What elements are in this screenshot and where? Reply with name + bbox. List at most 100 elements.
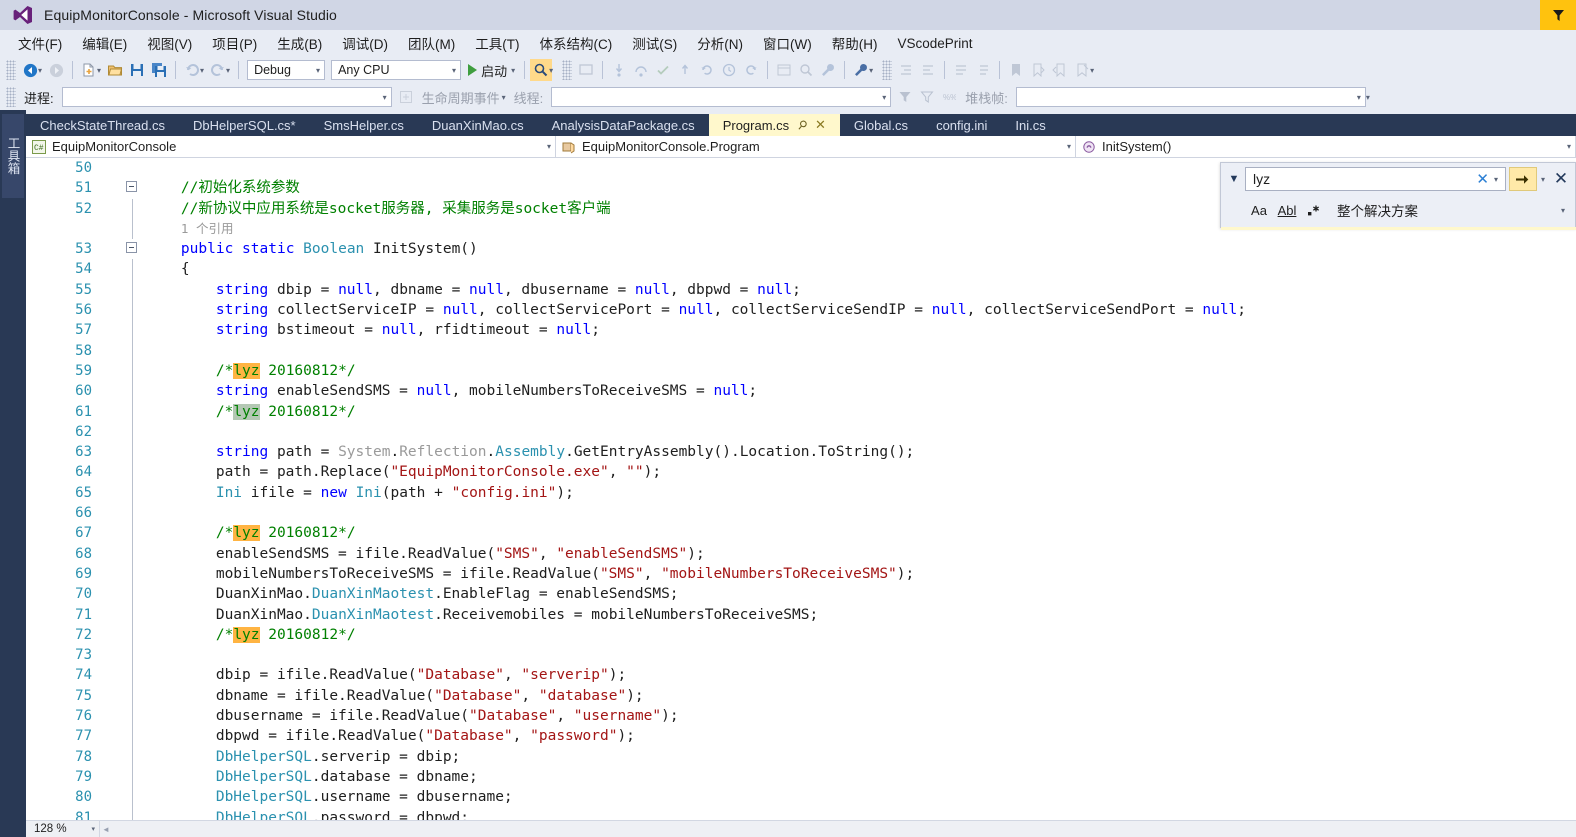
code-line[interactable]: 81 DbHelperSQL.password = dbpwd;: [26, 807, 1576, 820]
document-tab-2[interactable]: SmsHelper.cs: [310, 114, 418, 136]
navigate-forward-icon[interactable]: [45, 59, 67, 81]
toolbar-grip[interactable]: [562, 60, 573, 80]
menu-item-12[interactable]: 帮助(H): [822, 30, 888, 56]
code-line[interactable]: 60 string enableSendSMS = null, mobileNu…: [26, 381, 1576, 402]
clear-bookmarks-icon[interactable]: [1071, 59, 1093, 81]
code-line[interactable]: 54 {: [26, 259, 1576, 280]
check-icon[interactable]: [652, 59, 674, 81]
solution-config-combo[interactable]: Debug ▾: [247, 60, 326, 80]
step-out-icon[interactable]: [674, 59, 696, 81]
chevron-down-icon[interactable]: ▾: [502, 93, 506, 102]
code-line[interactable]: 57 string bstimeout = null, rfidtimeout …: [26, 320, 1576, 341]
refresh-icon[interactable]: [740, 59, 762, 81]
find-input[interactable]: lyz ✕ ▾: [1245, 167, 1506, 191]
find-history-chevron-down-icon[interactable]: ▾: [1493, 175, 1501, 184]
menu-item-0[interactable]: 文件(F): [8, 30, 72, 56]
collapse-region-icon[interactable]: [122, 239, 140, 259]
find-scope-label[interactable]: 整个解决方案: [1337, 200, 1418, 220]
menu-item-8[interactable]: 体系结构(C): [530, 30, 623, 56]
menu-item-2[interactable]: 视图(V): [137, 30, 202, 56]
navbar-type-combo[interactable]: EquipMonitorConsole.Program ▾: [556, 136, 1076, 157]
navbar-member-combo[interactable]: InitSystem() ▾: [1076, 136, 1576, 157]
expand-replace-chevron-down-icon[interactable]: ▼: [1223, 166, 1245, 192]
filter-clear-icon[interactable]: [916, 86, 938, 108]
open-file-icon[interactable]: [104, 59, 126, 81]
document-tab-8[interactable]: Ini.cs: [1001, 114, 1059, 136]
comment-icon[interactable]: [575, 59, 597, 81]
menu-item-11[interactable]: 窗口(W): [753, 30, 822, 56]
zoom-window-icon[interactable]: [795, 59, 817, 81]
restart-icon[interactable]: [696, 59, 718, 81]
filter-icon[interactable]: [894, 86, 916, 108]
menu-item-9[interactable]: 测试(S): [622, 30, 687, 56]
collapse-region-icon[interactable]: [122, 178, 140, 198]
pin-icon[interactable]: ⚲: [795, 117, 811, 133]
comment-block-icon[interactable]: [950, 59, 972, 81]
outdent-icon[interactable]: [917, 59, 939, 81]
step-into-icon[interactable]: [608, 59, 630, 81]
window-layout-icon[interactable]: [773, 59, 795, 81]
navigate-back-caret-icon[interactable]: ▾: [38, 66, 42, 75]
quick-find-caret-icon[interactable]: ▾: [549, 66, 553, 75]
toolbar-grip[interactable]: [882, 60, 893, 80]
find-next-chevron-down-icon[interactable]: ▾: [1537, 175, 1549, 184]
document-tab-7[interactable]: config.ini: [922, 114, 1001, 136]
menu-item-7[interactable]: 工具(T): [465, 30, 529, 56]
code-line[interactable]: 55 string dbip = null, dbname = null, db…: [26, 279, 1576, 301]
lifecycle-events-label[interactable]: 生命周期事件: [417, 88, 505, 107]
menu-item-3[interactable]: 项目(P): [202, 30, 267, 56]
document-tab-5[interactable]: Program.cs ⚲ ✕: [708, 114, 840, 136]
redo-icon[interactable]: [207, 59, 229, 81]
menu-item-4[interactable]: 生成(B): [267, 30, 332, 56]
document-tab-1[interactable]: DbHelperSQL.cs*: [179, 114, 310, 136]
solution-platform-combo[interactable]: Any CPU ▾: [331, 60, 462, 80]
code-line[interactable]: 64 path = path.Replace("EquipMonitorCons…: [26, 462, 1576, 483]
code-line[interactable]: 79 DbHelperSQL.database = dbname;: [26, 766, 1576, 788]
code-line[interactable]: 80 DbHelperSQL.username = dbusername;: [26, 787, 1576, 808]
horizontal-scroll-left-arrow[interactable]: ◄: [100, 821, 112, 837]
close-icon[interactable]: ✕: [815, 117, 826, 133]
code-line[interactable]: 78 DbHelperSQL.serverip = dbip;: [26, 746, 1576, 767]
match-whole-word-toggle[interactable]: Abl: [1273, 199, 1301, 221]
menu-item-13[interactable]: VScodePrint: [887, 33, 982, 54]
start-debug-button[interactable]: 启动 ▾: [464, 61, 519, 80]
step-over-icon[interactable]: [630, 59, 652, 81]
find-scope-chevron-down-icon[interactable]: ▾: [1561, 206, 1575, 215]
navbar-project-combo[interactable]: C# EquipMonitorConsole ▾: [26, 136, 556, 157]
toolbar-grip[interactable]: [6, 87, 16, 107]
tools-caret-icon[interactable]: ▾: [869, 66, 873, 75]
indent-icon[interactable]: [895, 59, 917, 81]
next-bookmark-icon[interactable]: [1049, 59, 1071, 81]
clock-icon[interactable]: [718, 59, 740, 81]
document-tab-0[interactable]: CheckStateThread.cs: [26, 114, 179, 136]
thread-combo[interactable]: ▾: [551, 87, 892, 107]
document-tab-4[interactable]: AnalysisDataPackage.cs: [538, 114, 709, 136]
flag-icon[interactable]: [1540, 0, 1576, 30]
code-line[interactable]: 63 string path = System.Reflection.Assem…: [26, 442, 1576, 463]
new-item-caret-icon[interactable]: ▾: [97, 66, 101, 75]
undo-icon[interactable]: [181, 59, 203, 81]
code-line[interactable]: 56 string collectServiceIP = null, colle…: [26, 300, 1576, 321]
code-line[interactable]: 53 public static Boolean InitSystem(): [26, 239, 1576, 259]
code-line[interactable]: 76 dbusername = ifile.ReadValue("Databas…: [26, 706, 1576, 727]
code-line[interactable]: 75 dbname = ifile.ReadValue("Database", …: [26, 685, 1576, 707]
sidebar-item-toolbox[interactable]: 工具箱: [2, 114, 24, 198]
prev-bookmark-icon[interactable]: [1027, 59, 1049, 81]
code-line[interactable]: 72 /*lyz 20160812*/: [26, 624, 1576, 646]
document-tab-6[interactable]: Global.cs: [840, 114, 922, 136]
menu-item-5[interactable]: 调试(D): [332, 30, 398, 56]
stackframe-combo[interactable]: ▾: [1015, 87, 1366, 107]
match-case-toggle[interactable]: Aa: [1245, 199, 1273, 221]
use-regex-toggle[interactable]: [1301, 199, 1329, 221]
toolbar-grip[interactable]: [6, 60, 16, 80]
close-icon[interactable]: ✕: [1549, 169, 1573, 189]
zoom-level-combo[interactable]: 128 % ▾: [26, 820, 100, 837]
code-line[interactable]: 58: [26, 340, 1576, 361]
process-combo[interactable]: ▾: [61, 87, 392, 107]
save-icon[interactable]: [126, 59, 148, 81]
code-line[interactable]: 73: [26, 645, 1576, 666]
flatten-icon[interactable]: %%: [938, 86, 960, 108]
code-line[interactable]: 77 dbpwd = ifile.ReadValue("Database", "…: [26, 726, 1576, 747]
code-line[interactable]: 62: [26, 421, 1576, 443]
wrench-icon[interactable]: [817, 59, 839, 81]
